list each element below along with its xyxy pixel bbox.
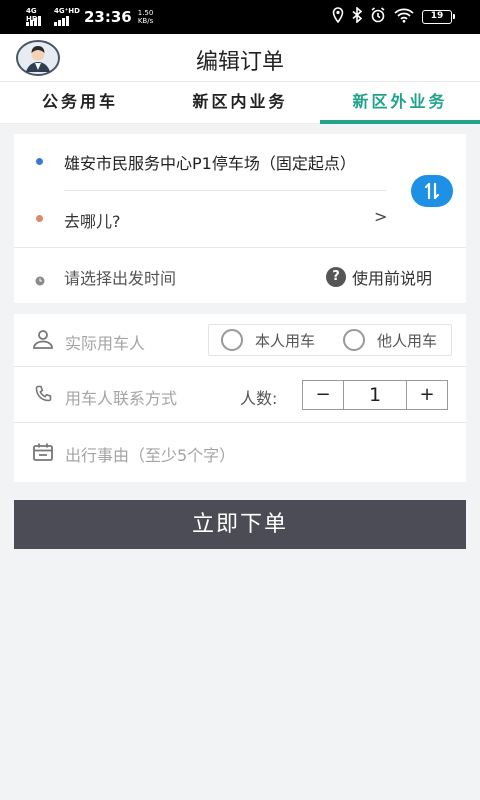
network-type-label-2: 4G⁺HD <box>54 7 80 15</box>
tab-inside-new-area[interactable]: 新区内业务 <box>160 82 320 123</box>
route-card: 雄安市民服务中心P1停车场（固定起点） 去哪儿? > 请选择出发时间 ? 使用前… <box>14 134 466 303</box>
location-icon <box>332 7 344 27</box>
destination-input[interactable]: 去哪儿? <box>64 208 121 232</box>
speed-unit: KB/s <box>137 17 154 25</box>
self-option-label[interactable]: 本人用车 <box>255 330 315 351</box>
other-option-label[interactable]: 他人用车 <box>377 330 437 351</box>
user-type-selector: 本人用车 他人用车 <box>208 324 452 356</box>
swap-vertical-icon <box>424 182 440 200</box>
clock-icon <box>35 271 45 290</box>
status-time: 23:36 <box>84 8 132 26</box>
destination-row[interactable]: 去哪儿? > <box>14 191 466 247</box>
passenger-divider-2 <box>14 422 466 423</box>
wifi-icon <box>394 8 414 27</box>
decrease-button[interactable]: − <box>303 381 343 409</box>
destination-arrow-icon: > <box>374 207 388 226</box>
page-title: 编辑订单 <box>195 50 284 75</box>
origin-row[interactable]: 雄安市民服务中心P1停车场（固定起点） <box>14 134 466 190</box>
cellular-signal-2-icon: 4G⁺HD <box>54 7 80 27</box>
origin-address: 雄安市民服务中心P1停车场（固定起点） <box>64 154 356 173</box>
cellular-signal-icon: 4G HD <box>26 7 48 27</box>
departure-time-input[interactable]: 请选择出发时间 <box>64 265 176 289</box>
passenger-count-stepper: − 1 + <box>302 380 448 410</box>
speed-value: 1.50 <box>137 9 154 17</box>
app-header: 编辑订单 <box>0 34 480 82</box>
person-icon <box>32 329 54 353</box>
status-bar: 4G HD 4G⁺HD 23:36 1.50 KB/s 19 <box>0 0 480 34</box>
phone-icon <box>34 385 52 407</box>
passenger-card: 实际用车人 本人用车 他人用车 用车人联系方式 人数: − 1 + 出行事由（至… <box>14 314 466 482</box>
destination-dot-icon <box>36 215 43 222</box>
passenger-name-input[interactable]: 实际用车人 <box>65 330 145 354</box>
trip-reason-input[interactable]: 出行事由（至少5个字） <box>65 442 235 466</box>
contact-input[interactable]: 用车人联系方式 <box>65 385 177 409</box>
alarm-icon <box>370 7 386 27</box>
submit-order-button[interactable]: 立即下单 <box>14 500 466 549</box>
calendar-icon <box>32 442 54 466</box>
question-icon[interactable]: ? <box>326 267 346 287</box>
passenger-count-label: 人数: <box>240 389 278 408</box>
network-speed: 1.50 KB/s <box>138 9 154 25</box>
increase-button[interactable]: + <box>407 381 447 409</box>
swap-route-button[interactable] <box>411 175 453 207</box>
tab-outside-new-area[interactable]: 新区外业务 <box>320 82 480 124</box>
passenger-divider-1 <box>14 366 466 367</box>
origin-dot-icon <box>36 158 43 165</box>
self-radio[interactable] <box>221 329 243 351</box>
business-tabs: 公务用车 新区内业务 新区外业务 <box>0 82 480 124</box>
tab-official-car[interactable]: 公务用车 <box>0 82 160 123</box>
battery-icon: 19 <box>422 10 455 24</box>
bluetooth-icon <box>352 6 363 27</box>
passenger-count-value[interactable]: 1 <box>343 381 407 409</box>
other-radio[interactable] <box>343 329 365 351</box>
help-link[interactable]: 使用前说明 <box>352 265 432 289</box>
